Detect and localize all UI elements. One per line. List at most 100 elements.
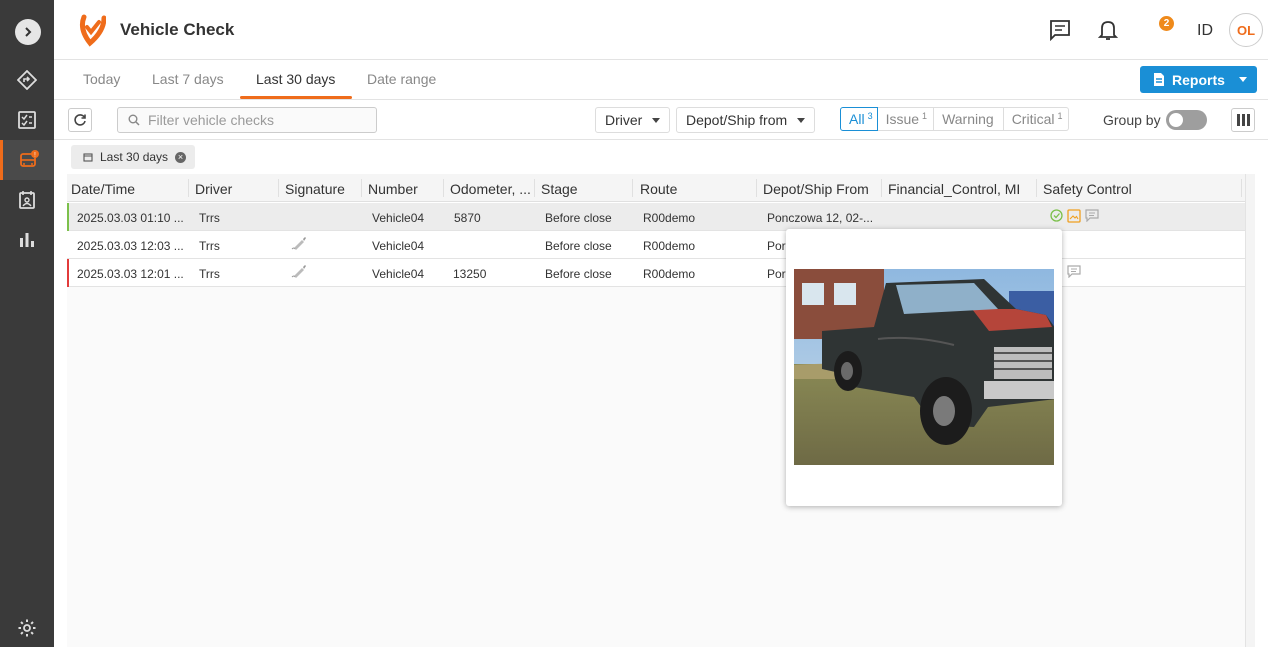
vehicle-checks-table: Date/Time Driver Signature Number Odomet… — [54, 174, 1268, 647]
app-root: ! Vehicle Check 2 ID OL Today Last 7 day… — [0, 0, 1268, 647]
chip-label: Last 30 days — [100, 150, 169, 164]
column-header-safety-control[interactable]: Safety Control — [1043, 181, 1193, 197]
severity-critical[interactable]: Critical 1 — [1003, 107, 1070, 131]
cell-odometer: 13250 — [453, 267, 487, 281]
column-header-route[interactable]: Route — [640, 181, 750, 197]
column-header-signature[interactable]: Signature — [285, 181, 360, 197]
column-divider[interactable] — [361, 179, 362, 197]
column-divider[interactable] — [443, 179, 444, 197]
cell-stage: Before close — [545, 267, 612, 281]
sidebar-item-settings[interactable] — [0, 608, 54, 647]
column-divider[interactable] — [881, 179, 882, 197]
tab-today[interactable]: Today — [83, 71, 120, 87]
column-header-odometer[interactable]: Odometer, ... — [450, 181, 534, 197]
cell-signature[interactable] — [291, 236, 307, 253]
chevron-down-icon — [797, 117, 806, 123]
cell-depot: Por — [767, 239, 786, 253]
chevron-right-icon — [25, 27, 32, 37]
cell-number: Vehicle04 — [372, 211, 425, 225]
cell-depot: Ponczowa 12, 02-... — [767, 211, 874, 225]
bar-chart-icon — [20, 233, 34, 247]
search-icon — [128, 114, 140, 126]
column-header-datetime[interactable]: Date/Time — [71, 181, 186, 197]
cell-number: Vehicle04 — [372, 239, 425, 253]
cell-datetime: 2025.03.03 01:10 ... — [77, 211, 184, 225]
notifications-button[interactable] — [1097, 19, 1119, 46]
table-row[interactable]: 2025.03.03 01:10 ... Trrs Vehicle04 5870… — [67, 203, 1245, 231]
severity-all-count: 3 — [867, 111, 873, 121]
table-empty-area — [67, 286, 1245, 647]
column-divider[interactable] — [1241, 179, 1242, 197]
search-box — [117, 107, 377, 133]
tab-date-range[interactable]: Date range — [367, 71, 436, 87]
sidebar-item-analytics[interactable] — [0, 220, 54, 260]
cell-datetime: 2025.03.03 12:03 ... — [77, 239, 184, 253]
column-divider[interactable] — [278, 179, 279, 197]
comment-icon[interactable] — [1085, 209, 1099, 222]
sidebar-item-routes[interactable] — [0, 60, 54, 100]
vehicle-check-icon: ! — [19, 150, 39, 167]
severity-all[interactable]: All 3 — [840, 107, 878, 131]
logo-icon — [80, 14, 107, 47]
severity-warning[interactable]: Warning — [934, 107, 1004, 131]
user-avatar[interactable]: OL — [1229, 13, 1263, 47]
cell-stage: Before close — [545, 239, 612, 253]
sidebar-item-schedule[interactable] — [0, 180, 54, 220]
column-header-stage[interactable]: Stage — [541, 181, 631, 197]
group-by-toggle[interactable] — [1166, 110, 1207, 130]
column-divider[interactable] — [188, 179, 189, 197]
column-header-driver[interactable]: Driver — [195, 181, 275, 197]
vertical-scrollbar[interactable] — [1245, 174, 1255, 647]
column-divider[interactable] — [632, 179, 633, 197]
row-status-marker — [67, 203, 69, 231]
tab-last-7-days[interactable]: Last 7 days — [152, 71, 224, 87]
column-header-number[interactable]: Number — [368, 181, 440, 197]
refresh-icon — [74, 114, 86, 126]
comment-icon[interactable] — [1067, 265, 1081, 278]
sidebar-item-vehicle-check[interactable]: ! — [0, 140, 54, 180]
photo-icon[interactable] — [1067, 209, 1081, 223]
column-header-financial-control[interactable]: Financial_Control, MI — [888, 181, 1030, 197]
column-divider[interactable] — [1036, 179, 1037, 197]
table-row[interactable]: 2025.03.03 12:03 ... Trrs Vehicle04 Befo… — [67, 231, 1245, 259]
severity-issue[interactable]: Issue 1 — [877, 107, 935, 131]
signature-icon — [291, 237, 306, 250]
vehicle-photo[interactable] — [794, 269, 1054, 465]
cell-route: R00demo — [643, 239, 696, 253]
severity-filter: All 3 Issue 1 Warning Critical 1 — [840, 107, 1070, 131]
photo-preview-popup — [786, 229, 1062, 506]
cell-number: Vehicle04 — [372, 267, 425, 281]
page-title: Vehicle Check — [120, 20, 235, 39]
table-row[interactable]: 2025.03.03 12:01 ... Trrs Vehicle04 1325… — [67, 259, 1245, 287]
chevron-down-icon — [1238, 77, 1247, 82]
search-input[interactable] — [148, 112, 368, 128]
column-divider[interactable] — [756, 179, 757, 197]
driver-filter-dropdown[interactable]: Driver — [595, 107, 671, 133]
sidebar-item-checklists[interactable] — [0, 100, 54, 140]
severity-issue-label: Issue — [885, 111, 920, 127]
refresh-button[interactable] — [68, 108, 92, 132]
depot-filter-dropdown[interactable]: Depot/Ship from — [676, 107, 816, 133]
cell-driver: Trrs — [199, 211, 220, 225]
severity-warning-label: Warning — [942, 111, 994, 127]
messages-button[interactable] — [1049, 19, 1071, 46]
columns-icon-bar — [1241, 114, 1245, 126]
close-icon[interactable]: × — [175, 151, 187, 163]
sidebar-toggle-button[interactable] — [15, 19, 41, 45]
checklist-icon — [18, 111, 36, 129]
sidebar: ! — [0, 0, 54, 647]
depot-filter-label: Depot/Ship from — [686, 112, 788, 128]
column-header-depot[interactable]: Depot/Ship From — [763, 181, 881, 197]
cell-driver: Trrs — [199, 239, 220, 253]
cell-signature[interactable] — [291, 264, 307, 281]
language-selector[interactable]: ID — [1197, 22, 1213, 40]
column-settings-button[interactable] — [1231, 108, 1255, 132]
chat-icon — [1050, 20, 1070, 42]
document-icon — [1154, 73, 1164, 86]
table-header: Date/Time Driver Signature Number Odomet… — [67, 174, 1245, 202]
tab-last-30-days[interactable]: Last 30 days — [256, 71, 335, 87]
column-divider[interactable] — [534, 179, 535, 197]
cell-driver: Trrs — [199, 267, 220, 281]
reports-button[interactable]: Reports — [1140, 66, 1257, 93]
driver-filter-label: Driver — [605, 112, 643, 128]
